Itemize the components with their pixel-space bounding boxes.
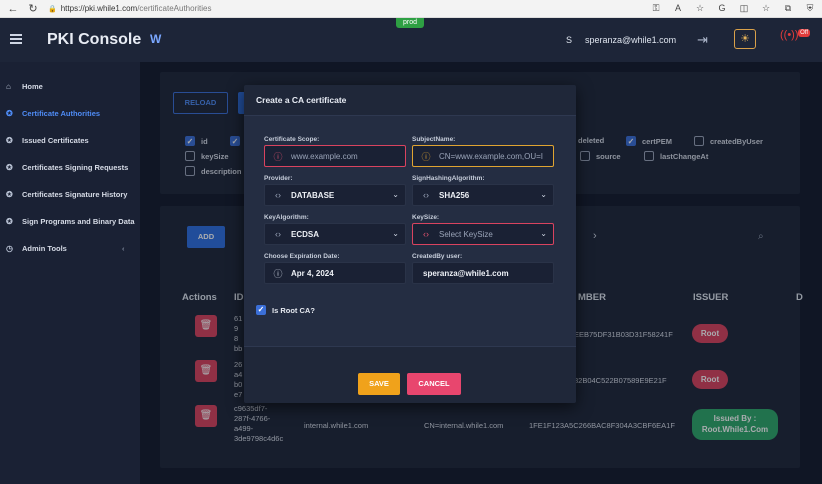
sidebar: ⌂ Home ✪ Certificate Authorities ✪ Issued C… <box>0 62 140 484</box>
connection-status-badge: Off <box>798 29 810 37</box>
keyalg-select[interactable]: ‹› ECDSA ⌄ <box>264 223 406 245</box>
chevron-left-icon: ‹ <box>122 244 125 253</box>
create-ca-dialog: Create a CA certificate Certificate Scop… <box>244 85 576 403</box>
theme-toggle-icon[interactable]: ☀ <box>734 29 756 49</box>
chevron-down-icon: ⌄ <box>540 190 547 199</box>
keysize-select[interactable]: ‹› Select KeySize ⌄ <box>412 223 554 245</box>
badge-icon: ✪ <box>6 109 13 118</box>
collections-icon[interactable]: ⧉ <box>782 2 794 14</box>
favorites-icon[interactable]: ☆ <box>760 2 772 14</box>
scope-input[interactable]: ⓘ www.example.com <box>264 145 406 167</box>
connection-status-icon[interactable]: ((•)) Off <box>780 29 810 49</box>
save-button[interactable]: SAVE <box>358 373 400 395</box>
sidebar-item-sign-programs[interactable]: ✪ Sign Programs and Binary Data <box>6 217 135 226</box>
address-bar[interactable]: 🔒 https://pki.while1.com/certificateAuth… <box>48 4 211 13</box>
code-icon: ‹› <box>275 229 281 239</box>
sidebar-item-signing-requests[interactable]: ✪ Certificates Signing Requests <box>6 163 128 172</box>
createdby-label: CreatedBy user: <box>412 253 463 260</box>
home-icon: ⌂ <box>6 82 11 91</box>
code-icon: ‹› <box>423 190 429 200</box>
extension-icon[interactable]: G <box>716 2 728 14</box>
user-email[interactable]: speranza@while1.com <box>585 35 676 45</box>
url-path: /certificateAuthorities <box>137 4 212 13</box>
cancel-button[interactable]: CANCEL <box>407 373 461 395</box>
star-icon[interactable]: ☆ <box>694 2 706 14</box>
keysize-label: KeySize: <box>412 214 440 221</box>
scope-label: Certificate Scope: <box>264 136 320 143</box>
shield-icon[interactable]: ⛨ <box>804 2 816 14</box>
provider-select[interactable]: ‹› DATABASE ⌄ <box>264 184 406 206</box>
user-avatar[interactable]: S <box>566 35 572 45</box>
warning-icon: ⓘ <box>421 151 431 162</box>
code-icon: ‹› <box>423 229 429 239</box>
keyalg-label: KeyAlgorithm: <box>264 214 309 221</box>
url-host: https://pki.while1.com <box>60 4 138 13</box>
key-icon[interactable]: ⚿ <box>650 2 662 14</box>
logout-icon[interactable]: ⇥ <box>697 32 708 48</box>
clock-icon: ◷ <box>6 244 13 253</box>
logo: W <box>150 32 162 46</box>
hashing-select[interactable]: ‹› SHA256 ⌄ <box>412 184 554 206</box>
menu-icon[interactable] <box>10 34 22 44</box>
sidebar-item-certificate-authorities[interactable]: ✪ Certificate Authorities <box>6 109 100 118</box>
app-header: prod PKI Console W S speranza@while1.com… <box>0 18 822 62</box>
sidebar-item-home[interactable]: ⌂ Home <box>6 82 43 91</box>
chevron-down-icon: ⌄ <box>540 229 547 238</box>
checkbox-icon: ✓ <box>256 305 266 315</box>
hashing-label: SignHashingAlgorithm: <box>412 175 485 182</box>
root-ca-checkbox[interactable]: ✓ Is Root CA? <box>256 305 315 315</box>
env-badge: prod <box>396 18 424 28</box>
read-aloud-icon[interactable]: A <box>672 2 684 14</box>
back-icon[interactable]: ← <box>6 2 20 16</box>
createdby-input[interactable]: speranza@while1.com <box>412 262 554 284</box>
subject-input[interactable]: ⓘ CN=www.example.com,OU=I <box>412 145 554 167</box>
chevron-down-icon: ⌄ <box>392 190 399 199</box>
dialog-title: Create a CA certificate <box>256 95 347 105</box>
expiration-label: Choose Expiration Date: <box>264 253 340 260</box>
subject-label: SubjectName: <box>412 136 456 143</box>
refresh-icon[interactable]: ↻ <box>26 2 40 16</box>
lock-icon: 🔒 <box>48 5 57 13</box>
provider-label: Provider: <box>264 175 293 182</box>
badge-icon: ✪ <box>6 136 13 145</box>
badge-icon: ✪ <box>6 163 13 172</box>
expiration-date-input[interactable]: ⓘ Apr 4, 2024 <box>264 262 406 284</box>
sidebar-item-signature-history[interactable]: ✪ Certificates Signature History <box>6 190 127 199</box>
app-title: PKI Console <box>47 31 142 48</box>
browser-toolbar: ← ↻ 🔒 https://pki.while1.com/certificate… <box>0 0 822 18</box>
sidebar-item-admin-tools[interactable]: ◷ Admin Tools ‹ <box>6 244 125 253</box>
sidebar-item-issued-certificates[interactable]: ✪ Issued Certificates <box>6 136 89 145</box>
chevron-down-icon: ⌄ <box>392 229 399 238</box>
info-icon: ⓘ <box>273 268 283 279</box>
code-icon: ‹› <box>275 190 281 200</box>
badge-icon: ✪ <box>6 217 13 226</box>
split-icon[interactable]: ◫ <box>738 2 750 14</box>
badge-icon: ✪ <box>6 190 13 199</box>
error-icon: ⓘ <box>273 151 283 162</box>
